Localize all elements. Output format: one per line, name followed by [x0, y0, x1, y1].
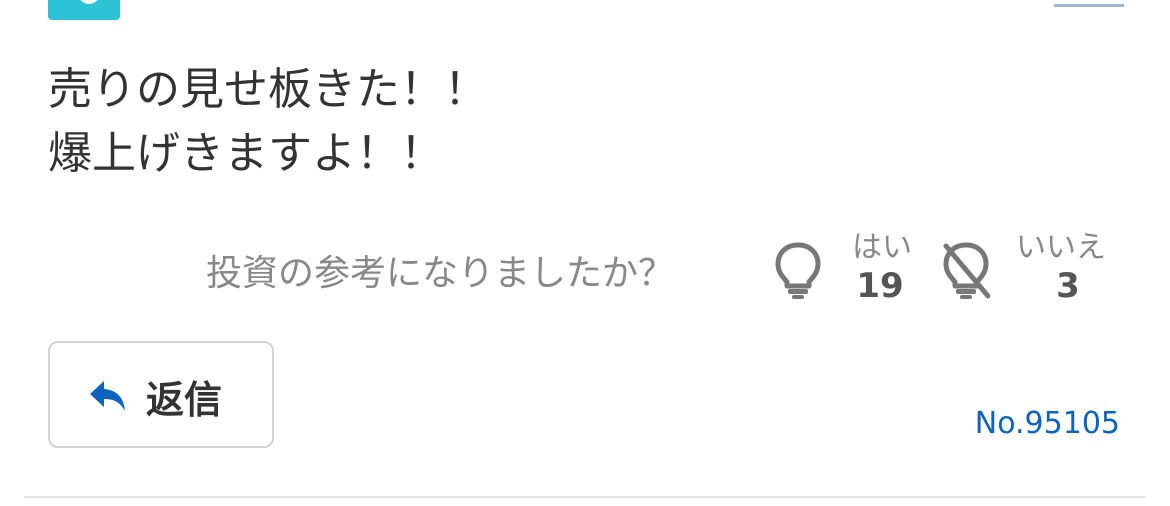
reply-arrow-icon [88, 379, 128, 413]
vote-no-count: 3 [1056, 266, 1080, 306]
post-body: 売りの見せ板きた！！ 爆上げきますよ！！ [48, 58, 1118, 186]
vote-question: 投資の参考になりましたか？ [206, 253, 675, 294]
reply-label: 返信 [146, 378, 223, 422]
vote-yes-label: はい [852, 230, 912, 265]
reply-button[interactable]: 返信 [48, 341, 274, 448]
vote-yes-count: 19 [856, 266, 904, 306]
post-number-link[interactable]: No.95105 [975, 406, 1120, 441]
header-link-fragment[interactable] [1054, 0, 1124, 7]
vote-no-label: いいえ [1016, 230, 1106, 265]
lightbulb-icon[interactable] [774, 240, 822, 300]
post-line: 売りの見せ板きた！！ [48, 64, 488, 115]
lightbulb-off-icon[interactable] [942, 240, 991, 300]
user-avatar[interactable] [48, 0, 120, 20]
divider [24, 496, 1146, 498]
post-line: 爆上げきますよ！！ [48, 128, 444, 179]
